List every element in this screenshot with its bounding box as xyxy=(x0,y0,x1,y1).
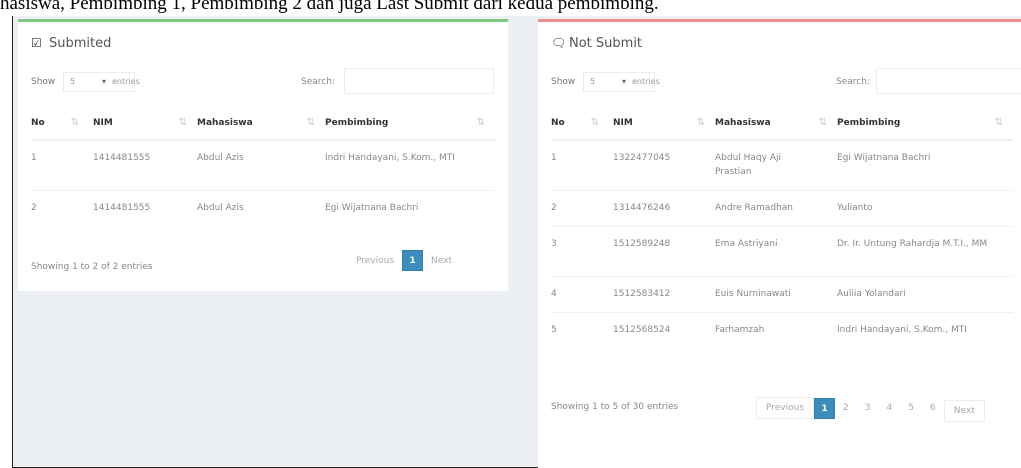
cell-mahasiswa: Abdul Azis xyxy=(197,189,325,226)
check-square-icon: ☑ xyxy=(31,36,42,50)
cell-no: 5 xyxy=(551,311,613,362)
cell-nim: 1322477045 xyxy=(613,139,715,190)
chevron-down-icon: ▾ xyxy=(622,77,627,86)
sort-icon: ⇅ xyxy=(818,117,827,128)
column-header-no[interactable]: No ⇅ xyxy=(551,106,613,141)
table-row: 2 1314476246 Andre Ramadhan Yulianto xyxy=(551,189,1013,226)
cell-no: 3 xyxy=(551,225,613,276)
sort-icon: ⇅ xyxy=(70,117,79,128)
cell-mahasiswa: Farhamzah xyxy=(715,311,837,362)
table-info: Showing 1 to 2 of 2 entries xyxy=(31,262,153,272)
sort-icon: ⇅ xyxy=(306,117,315,128)
column-header-pembimbing[interactable]: Pembimbing ⇅ xyxy=(837,106,1013,141)
cell-no: 1 xyxy=(551,139,613,190)
pagination-page-4[interactable]: 4 xyxy=(879,403,901,413)
pagination-next[interactable]: Next xyxy=(943,400,985,422)
table-row: 3 1512589248 Ema Astriyani Dr. Ir. Untun… xyxy=(551,225,1013,276)
column-header-no[interactable]: No ⇅ xyxy=(31,106,93,141)
cell-nim: 1414481555 xyxy=(93,139,197,190)
cell-nim: 1512568524 xyxy=(613,311,715,362)
column-header-nim[interactable]: NIM ⇅ xyxy=(93,106,197,141)
table-row: 5 1512568524 Farhamzah Indri Handayani, … xyxy=(551,311,1013,362)
cell-nim: 1314476246 xyxy=(613,189,715,226)
not-submitted-box-title: 🗨 Not Submit xyxy=(551,36,642,51)
not-submitted-title-text: Not Submit xyxy=(569,36,643,51)
cell-nim: 1512589248 xyxy=(613,225,715,276)
table-row: 2 1414481555 Abdul Azis Egi Wijatnana Ba… xyxy=(31,189,495,226)
entries-length-select[interactable]: 5 ▾ entries xyxy=(583,72,660,92)
cell-mahasiswa: Ema Astriyani xyxy=(715,225,837,276)
table-info: Showing 1 to 5 of 30 entries xyxy=(551,402,679,412)
pagination: Previous 1 2 3 4 5 6 Next xyxy=(756,394,1006,422)
page-caption: hasiswa, Pembimbing 1, Pembimbing 2 dan … xyxy=(0,0,659,14)
search-input[interactable] xyxy=(344,68,494,94)
pagination-page-3[interactable]: 3 xyxy=(857,403,879,413)
cell-no: 2 xyxy=(31,189,93,226)
cell-nim: 1512583412 xyxy=(613,275,715,312)
show-label: Show xyxy=(551,77,576,87)
show-label: Show xyxy=(31,77,56,87)
column-header-mahasiswa[interactable]: Mahasiswa ⇅ xyxy=(715,106,837,141)
pagination-page-1[interactable]: 1 xyxy=(402,250,424,271)
cell-mahasiswa: Abdul Azis xyxy=(197,139,325,190)
submitted-title-text: Submited xyxy=(49,36,112,51)
column-header-pembimbing[interactable]: Pembimbing ⇅ xyxy=(325,106,495,141)
pagination-page-1[interactable]: 1 xyxy=(814,397,836,419)
cell-mahasiswa: Euis Nurninawati xyxy=(715,275,837,312)
submitted-table: No ⇅ NIM ⇅ Mahasiswa ⇅ Pembimbing ⇅ 1 141448… xyxy=(31,106,495,226)
column-header-nim[interactable]: NIM ⇅ xyxy=(613,106,715,141)
entries-label: entries xyxy=(112,77,140,86)
cell-pembimbing: Egi Wijatnana Bachri xyxy=(325,189,495,226)
cell-no: 1 xyxy=(31,139,93,190)
cell-no: 2 xyxy=(551,189,613,226)
cell-mahasiswa: Abdul Haqy Aji Prastian xyxy=(715,139,837,190)
cell-pembimbing: Yulianto xyxy=(837,189,1013,226)
search-label: Search: xyxy=(301,77,335,87)
cell-pembimbing: Auliia Yolandari xyxy=(837,275,1013,312)
pagination-page-6[interactable]: 6 xyxy=(922,403,944,413)
cell-nim: 1414481555 xyxy=(93,189,197,226)
column-header-mahasiswa[interactable]: Mahasiswa ⇅ xyxy=(197,106,325,141)
table-row: 4 1512583412 Euis Nurninawati Auliia Yol… xyxy=(551,275,1013,312)
sort-icon: ⇅ xyxy=(994,117,1003,128)
table-row: 1 1414481555 Abdul Azis Indri Handayani,… xyxy=(31,139,495,190)
search-label: Search: xyxy=(836,77,870,87)
not-submitted-table: No ⇅ NIM ⇅ Mahasiswa ⇅ Pembimbing ⇅ 1 132247… xyxy=(551,106,1013,362)
sort-icon: ⇅ xyxy=(696,117,705,128)
cell-pembimbing: Dr. Ir. Untung Rahardja M.T.I., MM xyxy=(837,225,1013,276)
submitted-box-title: ☑ Submited xyxy=(31,36,111,51)
content-area: ☑ Submited Show 5 ▾ entries Search: No ⇅ N… xyxy=(12,16,1021,468)
entries-length-value: 5 xyxy=(590,77,596,86)
submitted-box: ☑ Submited Show 5 ▾ entries Search: No ⇅ N… xyxy=(18,19,508,291)
cell-pembimbing: Indri Handayani, S.Kom., MTI xyxy=(837,311,1013,362)
pagination-previous[interactable]: Previous xyxy=(756,397,815,419)
entries-length-select[interactable]: 5 ▾ entries xyxy=(63,72,140,92)
cell-pembimbing: Egi Wijatnana Bachri xyxy=(837,139,1013,190)
sort-icon: ⇅ xyxy=(178,117,187,128)
entries-label: entries xyxy=(632,77,660,86)
pagination-page-2[interactable]: 2 xyxy=(835,403,857,413)
pagination-page-5[interactable]: 5 xyxy=(900,403,922,413)
sort-icon: ⇅ xyxy=(476,117,485,128)
entries-length-value: 5 xyxy=(70,77,76,86)
sort-icon: ⇅ xyxy=(590,117,599,128)
cell-pembimbing: Indri Handayani, S.Kom., MTI xyxy=(325,139,495,190)
cell-mahasiswa: Andre Ramadhan xyxy=(715,189,837,226)
table-row: 1 1322477045 Abdul Haqy Aji Prastian Egi… xyxy=(551,139,1013,190)
pagination-previous[interactable]: Previous xyxy=(348,256,402,266)
pagination-next[interactable]: Next xyxy=(423,256,460,266)
chevron-down-icon: ▾ xyxy=(102,77,107,86)
comment-icon: 🗨 xyxy=(551,36,567,50)
pagination: Previous 1 Next xyxy=(348,250,460,271)
cell-no: 4 xyxy=(551,275,613,312)
search-input[interactable] xyxy=(876,68,1021,94)
not-submitted-box: 🗨 Not Submit Show 5 ▾ entries Search: No ⇅… xyxy=(538,19,1021,468)
